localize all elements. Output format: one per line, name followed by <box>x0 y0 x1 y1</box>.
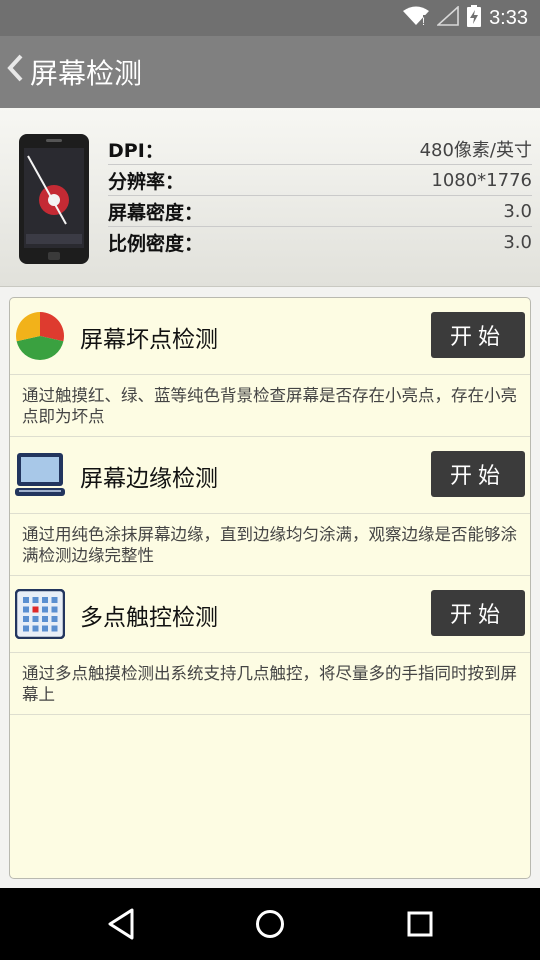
info-value: 3.0 <box>503 200 532 222</box>
info-value: 480像素/英寸 <box>419 140 532 161</box>
item-description: 通过多点触摸检测出系统支持几点触控，将尽量多的手指同时按到屏幕上 <box>10 653 530 715</box>
info-label: 比例密度： <box>108 232 204 255</box>
item-title: 屏幕边缘检测 <box>80 466 218 492</box>
info-value: 3.0 <box>503 231 532 253</box>
list-item-dead-pixel: 屏幕坏点检测 开始 <box>10 298 530 375</box>
info-row-dpi: DPI： 480像素/英寸 <box>108 134 532 165</box>
back-triangle-icon[interactable] <box>100 906 140 942</box>
pie-chart-icon <box>15 311 65 361</box>
device-info-panel: DPI： 480像素/英寸 分辨率： 1080*1776 屏幕密度： 3.0 比… <box>0 108 540 287</box>
navigation-bar <box>0 888 540 960</box>
info-row-resolution: 分辨率： 1080*1776 <box>108 165 532 196</box>
wifi-icon: ! <box>403 6 430 30</box>
start-button-multitouch[interactable]: 开始 <box>431 590 525 636</box>
info-row-scale-density: 比例密度： 3.0 <box>108 227 532 257</box>
home-circle-icon[interactable] <box>250 906 290 942</box>
info-label: 屏幕密度： <box>108 201 204 224</box>
item-description: 通过用纯色涂抹屏幕边缘，直到边缘均匀涂满，观察边缘是否能够涂满检测边缘完整性 <box>10 514 530 576</box>
svg-text:!: ! <box>422 16 425 26</box>
app-bar: 屏幕检测 <box>0 36 540 108</box>
laptop-icon <box>15 450 65 500</box>
clock: 3:33 <box>489 6 528 29</box>
info-label: DPI： <box>108 139 164 162</box>
phone-icon <box>18 134 90 264</box>
test-list: 屏幕坏点检测 开始 通过触摸红、绿、蓝等纯色背景检查屏幕是否存在小亮点，存在小亮… <box>9 297 531 879</box>
battery-charging-icon <box>467 5 482 31</box>
start-button-dead-pixel[interactable]: 开始 <box>431 312 525 358</box>
item-title: 多点触控检测 <box>80 605 218 631</box>
start-button-edge[interactable]: 开始 <box>431 451 525 497</box>
info-label: 分辨率： <box>108 170 185 193</box>
device-info-list: DPI： 480像素/英寸 分辨率： 1080*1776 屏幕密度： 3.0 比… <box>108 134 532 257</box>
list-item-edge: 屏幕边缘检测 开始 <box>10 437 530 514</box>
status-icons: ! 3:33 <box>403 0 528 36</box>
item-description: 通过触摸红、绿、蓝等纯色背景检查屏幕是否存在小亮点，存在小亮点即为坏点 <box>10 375 530 437</box>
page-title: 屏幕检测 <box>30 57 143 90</box>
info-value: 1080*1776 <box>431 169 532 191</box>
info-row-screen-density: 屏幕密度： 3.0 <box>108 196 532 227</box>
list-item-multitouch: 多点触控检测 开始 <box>10 576 530 653</box>
item-title: 屏幕坏点检测 <box>80 327 218 353</box>
signal-icon <box>435 5 459 30</box>
status-bar: ! 3:33 <box>0 0 540 36</box>
chevron-left-icon[interactable] <box>6 53 24 91</box>
grid-dots-icon <box>14 588 66 640</box>
recents-square-icon[interactable] <box>400 906 440 942</box>
